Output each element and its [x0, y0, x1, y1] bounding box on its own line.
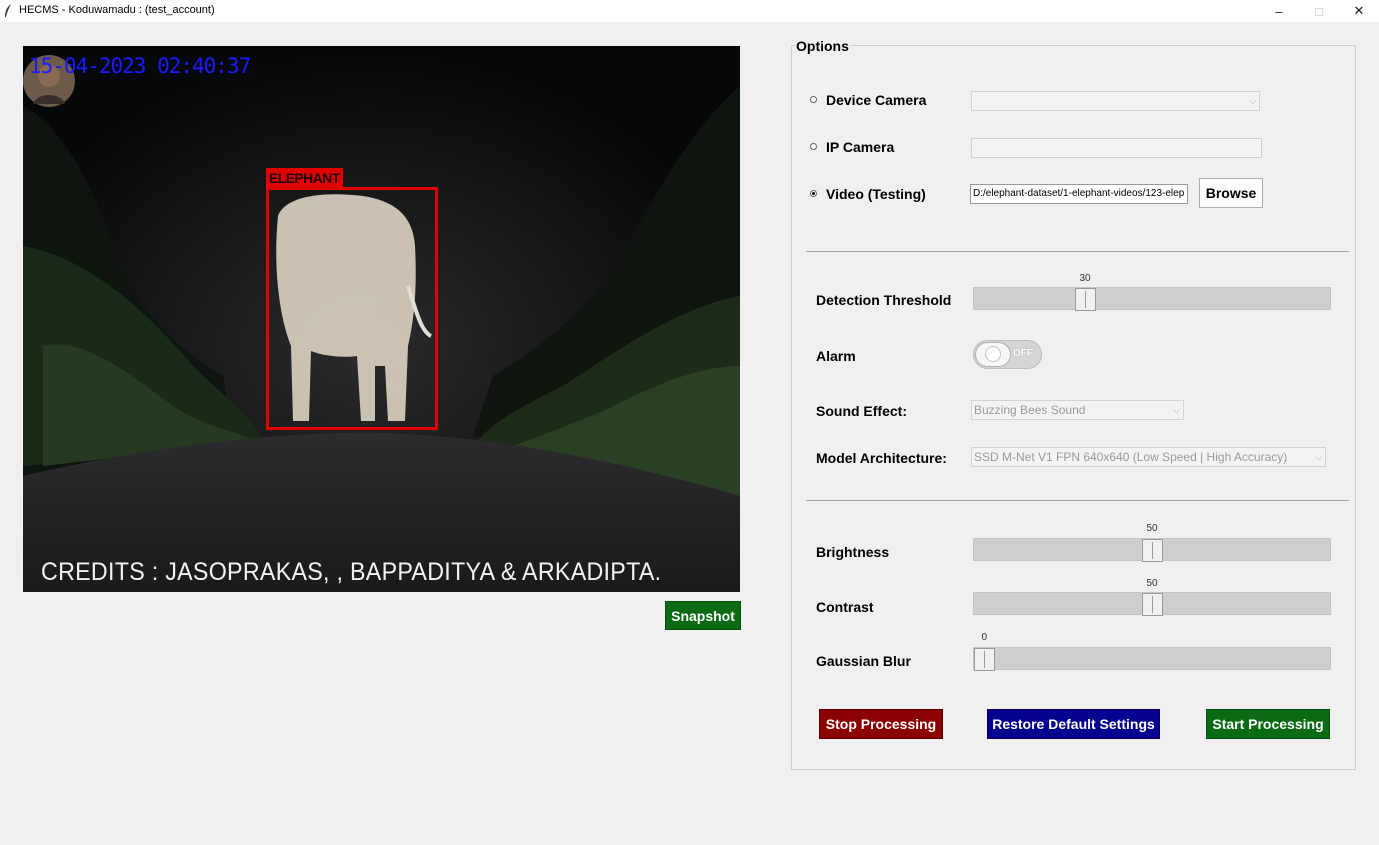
- sound-effect-value: Buzzing Bees Sound: [974, 403, 1086, 417]
- ip-camera-input[interactable]: [971, 138, 1262, 158]
- start-processing-button[interactable]: Start Processing: [1206, 709, 1330, 739]
- video-preview: ELEPHANT 15-04-2023 02:40:37 CREDITS : J…: [23, 46, 740, 592]
- title-bar: HECMS - Koduwamadu : (test_account) – □ …: [0, 0, 1379, 22]
- slider-thumb[interactable]: [974, 648, 995, 671]
- model-architecture-label: Model Architecture:: [816, 450, 947, 466]
- video-testing-radio[interactable]: [810, 190, 817, 197]
- snapshot-button[interactable]: Snapshot: [665, 601, 741, 630]
- alarm-label: Alarm: [816, 348, 856, 364]
- ip-camera-label: IP Camera: [826, 139, 895, 155]
- window-title: HECMS - Koduwamadu : (test_account): [19, 4, 215, 16]
- video-timestamp: 15-04-2023 02:40:37: [29, 54, 251, 78]
- separator: [806, 251, 1349, 252]
- contrast-slider[interactable]: [973, 592, 1331, 616]
- sound-effect-label: Sound Effect:: [816, 403, 907, 419]
- device-camera-radio[interactable]: [810, 96, 817, 103]
- detection-box: [266, 187, 438, 430]
- brightness-slider[interactable]: [973, 538, 1331, 562]
- stop-processing-button[interactable]: Stop Processing: [819, 709, 943, 739]
- slider-thumb[interactable]: [1141, 539, 1163, 562]
- browse-button[interactable]: Browse: [1199, 178, 1263, 208]
- feather-icon: [5, 4, 11, 17]
- gaussian-blur-label: Gaussian Blur: [816, 653, 911, 669]
- options-legend: Options: [795, 38, 850, 54]
- separator: [806, 500, 1349, 501]
- contrast-label: Contrast: [816, 599, 874, 615]
- detection-threshold-slider[interactable]: [973, 287, 1331, 311]
- restore-defaults-button[interactable]: Restore Default Settings: [987, 709, 1160, 739]
- gaussian-blur-value: 0: [981, 632, 988, 643]
- chevron-down-icon: ⌵: [1249, 96, 1256, 106]
- close-icon[interactable]: ✕: [1339, 0, 1379, 22]
- chevron-down-icon: ⌵: [1315, 452, 1322, 462]
- brightness-value: 50: [1146, 523, 1158, 534]
- minimize-icon[interactable]: –: [1259, 0, 1299, 22]
- alarm-state: OFF: [1013, 348, 1033, 359]
- alarm-toggle[interactable]: OFF: [973, 340, 1042, 369]
- device-camera-label: Device Camera: [826, 92, 927, 108]
- video-credits: CREDITS : JASOPRAKAS, , BAPPADITYA & ARK…: [41, 558, 662, 586]
- gaussian-blur-slider[interactable]: [973, 647, 1331, 671]
- toggle-knob: [976, 343, 1010, 366]
- model-architecture-select[interactable]: SSD M-Net V1 FPN 640x640 (Low Speed | Hi…: [971, 447, 1326, 467]
- slider-thumb[interactable]: [1141, 593, 1163, 616]
- device-camera-select[interactable]: ⌵: [971, 91, 1260, 111]
- sound-effect-select[interactable]: Buzzing Bees Sound ⌵: [971, 400, 1184, 420]
- restore-icon[interactable]: □: [1299, 0, 1339, 22]
- chevron-down-icon: ⌵: [1173, 405, 1180, 415]
- detection-label: ELEPHANT: [266, 168, 343, 188]
- slider-thumb[interactable]: [1074, 288, 1096, 311]
- detection-threshold-label: Detection Threshold: [816, 292, 952, 308]
- contrast-value: 50: [1146, 578, 1158, 589]
- model-architecture-value: SSD M-Net V1 FPN 640x640 (Low Speed | Hi…: [974, 450, 1288, 464]
- detection-threshold-value: 30: [1079, 273, 1091, 284]
- video-path-input[interactable]: D:/elephant-dataset/1-elephant-videos/12…: [970, 184, 1188, 204]
- brightness-label: Brightness: [816, 544, 890, 560]
- video-testing-label: Video (Testing): [826, 186, 926, 202]
- ip-camera-radio[interactable]: [810, 143, 817, 150]
